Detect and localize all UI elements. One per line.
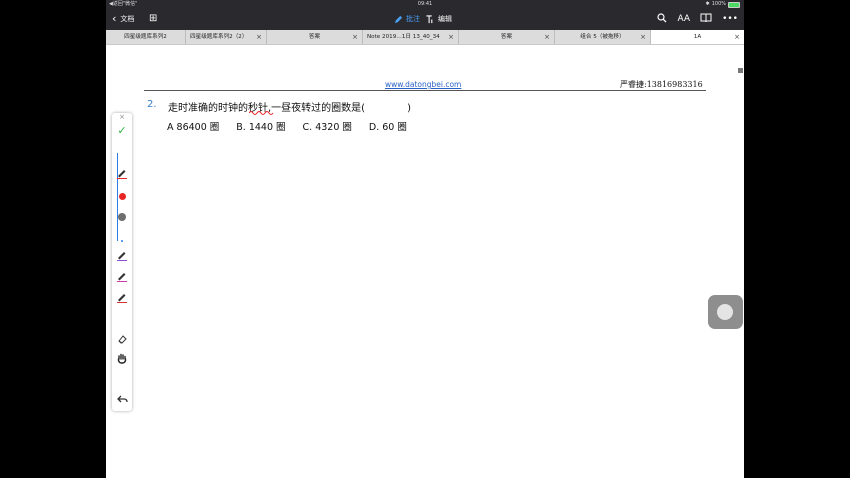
font-size-button[interactable]: AA <box>677 13 690 25</box>
close-icon[interactable]: × <box>544 30 550 44</box>
text-cursor-icon <box>426 14 433 23</box>
close-icon[interactable]: × <box>640 30 646 44</box>
tab-7-active[interactable]: 1A × <box>651 30 744 44</box>
status-right: ✱ 100% <box>705 0 740 9</box>
color-red-swatch[interactable] <box>112 185 132 204</box>
question-text-start: 走时准确的时钟的 <box>168 103 248 114</box>
book-icon[interactable] <box>700 13 712 23</box>
question-number: 2. <box>147 99 157 110</box>
scroll-indicator[interactable] <box>738 68 743 73</box>
tab-label: 答案 <box>308 34 321 40</box>
pen-pink-icon[interactable] <box>112 267 132 286</box>
ipad-screen: ◀返回"微信" 09:41 ✱ 100% ‹ 文档 ⊞ 批注 编辑 AA •••… <box>106 0 744 478</box>
tab-label: 组合 5（被拖移） <box>580 34 625 40</box>
close-icon[interactable]: × <box>352 30 358 44</box>
chevron-left-icon: ‹ <box>112 12 117 25</box>
tab-5[interactable]: 答案 × <box>459 30 555 44</box>
pen-tool-icon[interactable] <box>112 164 132 183</box>
color-gray-swatch[interactable] <box>112 206 132 225</box>
battery-icon <box>728 1 740 8</box>
palette-done-icon[interactable]: ✓ <box>112 124 132 137</box>
pen-palette: × ✓ <box>112 113 132 411</box>
question-text-end: ,一昼夜转过的圈数是( <box>268 103 366 114</box>
question-text: 走时准确的时钟的秒针,一昼夜转过的圈数是() <box>168 99 411 114</box>
status-bar: ◀返回"微信" 09:41 ✱ 100% <box>106 0 744 9</box>
grid-view-icon[interactable]: ⊞ <box>149 14 157 24</box>
close-icon[interactable]: × <box>448 30 454 44</box>
choice-a: A 86400 圈 <box>167 122 220 133</box>
document-page[interactable]: www.datongbei.com 严睿捷:13816983316 2. 走时准… <box>106 45 744 478</box>
search-icon[interactable] <box>657 13 667 23</box>
close-icon[interactable]: × <box>734 30 740 44</box>
palette-close-icon[interactable]: × <box>112 113 132 121</box>
more-button[interactable]: ••• <box>722 13 738 25</box>
choice-b: B. 1440 圈 <box>236 122 286 133</box>
tab-label: 答案 <box>500 34 513 40</box>
pen-red-icon[interactable] <box>112 288 132 307</box>
tab-3[interactable]: 答案 × <box>267 30 363 44</box>
tab-2[interactable]: 四星级题库系列2（2） × <box>186 30 267 44</box>
question-text-close: ) <box>407 103 411 114</box>
pencil-icon <box>394 15 403 23</box>
tab-label: Note 2019…1日 13_40_34 <box>367 34 440 40</box>
back-label: 文档 <box>120 15 135 23</box>
bluetooth-icon: ✱ <box>705 1 710 7</box>
assistive-touch-button[interactable] <box>708 295 743 329</box>
battery-percent: 100% <box>711 1 726 7</box>
contact-info: 严睿捷:13816983316 <box>620 80 703 89</box>
tab-label: 四星级题库系列2（2） <box>190 34 248 40</box>
tab-bar: 四星级题库系列2 四星级题库系列2（2） × 答案 × Note 2019…1日… <box>106 30 744 45</box>
answer-choices: A 86400 圈 B. 1440 圈 C. 4320 圈 D. 60 圈 <box>167 119 424 133</box>
website-link[interactable]: www.datongbei.com <box>385 80 461 89</box>
red-squiggle-annotation <box>249 111 274 115</box>
edit-label: 编辑 <box>438 15 452 23</box>
undo-icon[interactable] <box>112 389 132 408</box>
pen-purple-icon[interactable] <box>112 246 132 265</box>
status-time: 09:41 <box>417 1 433 7</box>
choice-d: D. 60 圈 <box>368 122 407 133</box>
tab-6[interactable]: 组合 5（被拖移） × <box>555 30 651 44</box>
hand-icon[interactable] <box>112 349 132 368</box>
eraser-icon[interactable] <box>112 329 132 348</box>
tab-label: 1A <box>693 34 702 40</box>
mode-switch: 批注 编辑 <box>394 14 452 24</box>
toolbar: ‹ 文档 ⊞ 批注 编辑 AA ••• <box>106 9 744 30</box>
annotate-button[interactable]: 批注 <box>394 14 420 24</box>
header-divider <box>144 90 706 91</box>
toolbar-right: AA ••• <box>657 13 738 25</box>
annotate-label: 批注 <box>406 15 420 23</box>
choice-c: C. 4320 圈 <box>302 122 352 133</box>
tab-1[interactable]: 四星级题库系列2 <box>106 30 186 44</box>
tab-4[interactable]: Note 2019…1日 13_40_34 × <box>363 30 459 44</box>
close-icon[interactable]: × <box>256 30 262 44</box>
edit-button[interactable]: 编辑 <box>425 14 452 24</box>
stroke-thin-swatch[interactable] <box>112 227 132 246</box>
back-to-documents-button[interactable]: ‹ 文档 <box>112 12 135 25</box>
tab-label: 四星级题库系列2 <box>124 34 167 40</box>
